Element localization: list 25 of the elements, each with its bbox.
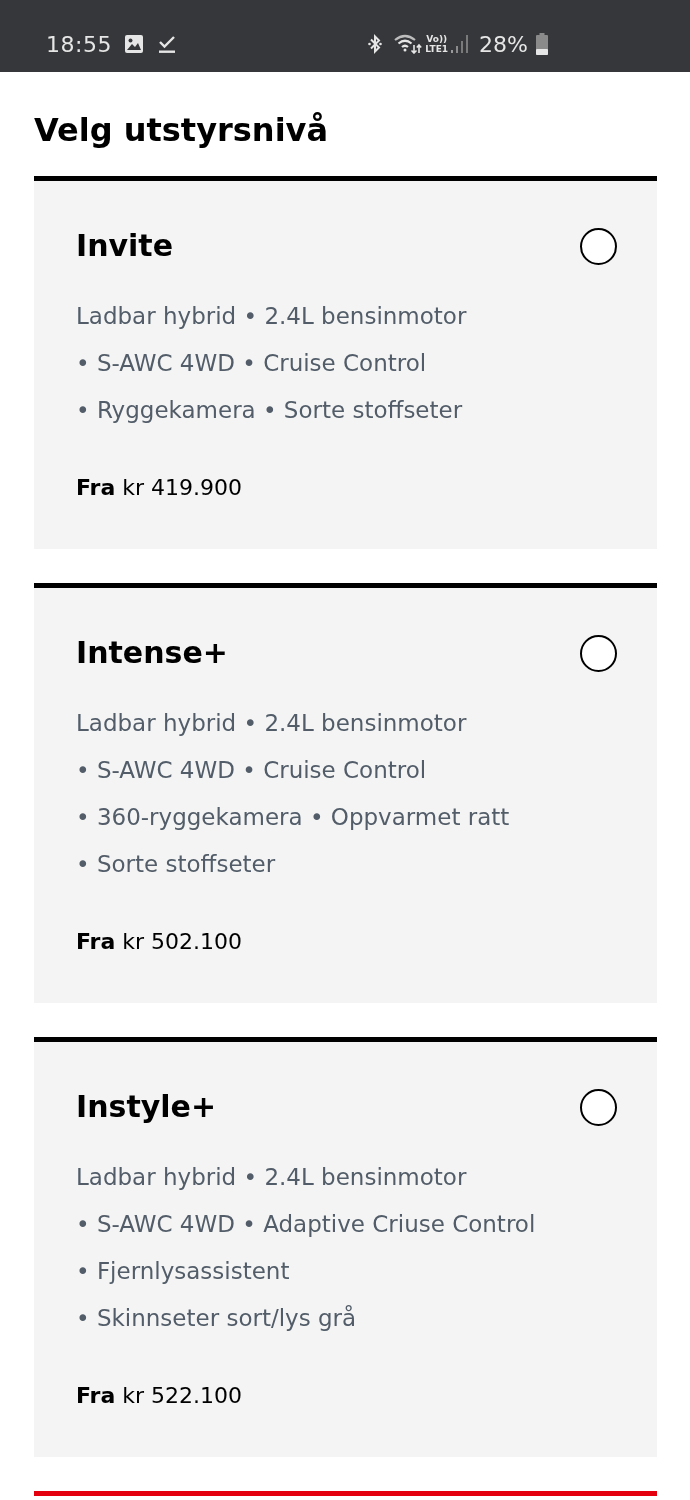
bluetooth-icon [368,34,383,54]
battery-icon [536,33,548,55]
trim-card[interactable]: Invite Ladbar hybrid • 2.4L bensinmotor • S-AWC 4WD • Cruise Control • Ryggekamera • Sorte stoffseter Fra kr 419.900 [34,181,657,549]
wifi-icon [394,34,423,54]
radio-button[interactable] [580,1088,617,1126]
signal-icon [450,34,471,54]
price-text: Fra kr 502.100 [76,928,244,956]
trim-name: Invite [76,227,174,265]
price-text: Fra kr 522.100 [76,1382,244,1410]
price-text: Fra kr 419.900 [76,474,244,502]
volte-indicator: Vo)) LTE1 [425,34,449,54]
feature-list: Ladbar hybrid • 2.4L bensinmotor • S-AWC 4WD • Cruise Control • 360-ryggekamera • Oppvarmet ratt • Sorte stoffseter [76,700,617,888]
radio-button[interactable] [580,227,617,265]
trim-name: Instyle+ [76,1088,217,1126]
trim-name: Intense+ [76,634,228,672]
battery-percent: 28% [479,31,528,57]
trim-card[interactable]: Instyle+ Ladbar hybrid • 2.4L bensinmotor • S-AWC 4WD • Adaptive Criuse Control • Fjernlysassistent • Skinnseter sort/lys grå Fra kr 522.100 [34,1042,657,1457]
feature-list: Ladbar hybrid • 2.4L bensinmotor • S-AWC 4WD • Cruise Control • Ryggekamera • Sorte stoffseter [76,293,617,434]
image-icon [123,34,144,54]
trim-card[interactable]: Intense+ Ladbar hybrid • 2.4L bensinmotor • S-AWC 4WD • Cruise Control • 360-ryggekamera • Oppvarmet ratt • Sorte stoffseter Fra kr 502.100 [34,588,657,1003]
status-time: 18:55 [46,31,112,57]
radio-button[interactable] [580,634,617,672]
download-done-icon [157,34,176,54]
feature-list: Ladbar hybrid • 2.4L bensinmotor • S-AWC 4WD • Adaptive Criuse Control • Fjernlysassistent • Skinnseter sort/lys grå [76,1154,617,1342]
page-heading: Velg utstyrsnivå [34,110,330,150]
